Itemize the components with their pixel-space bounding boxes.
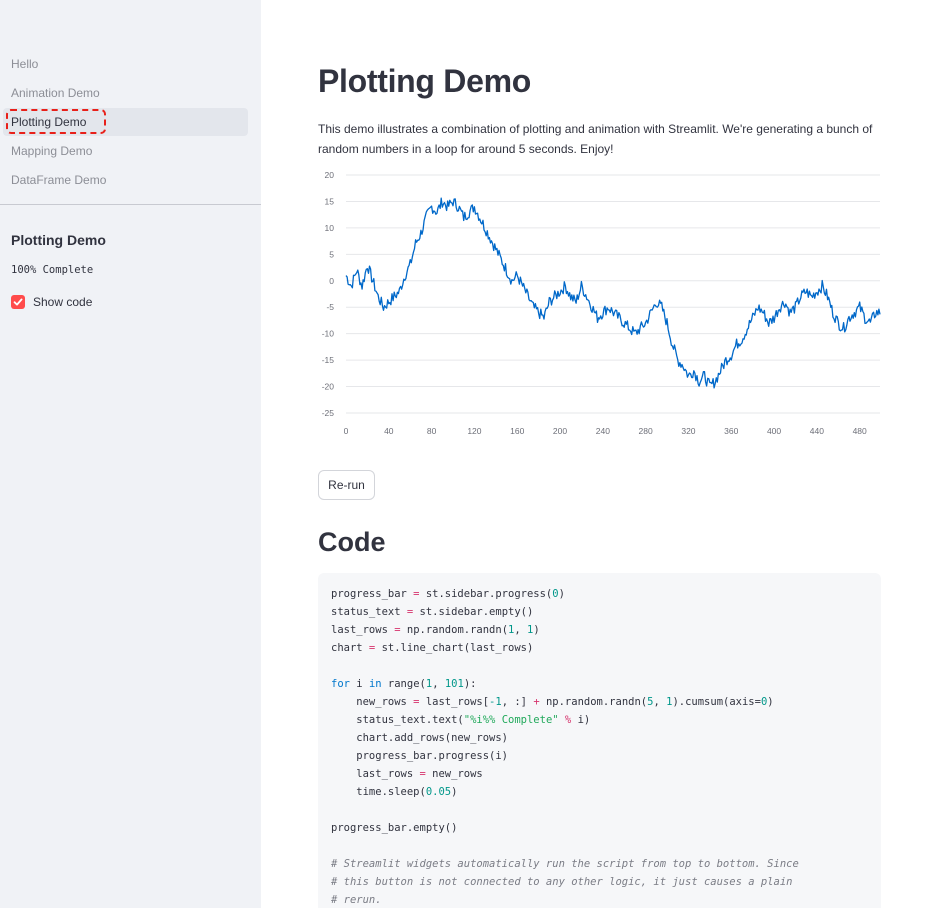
- code-line: for i in range(1, 101):: [331, 678, 477, 690]
- main-content: Plotting Demo This demo illustrates a co…: [261, 0, 925, 908]
- y-tick-label: 15: [325, 196, 335, 206]
- progress-status-text: 100% Complete: [11, 264, 94, 276]
- sidebar-nav: Hello Animation Demo Plotting Demo Mappi…: [0, 50, 261, 195]
- code-line: time.sleep(0.05): [331, 786, 458, 798]
- nav-item-animation-demo[interactable]: Animation Demo: [3, 79, 248, 107]
- page-title: Plotting Demo: [318, 63, 531, 99]
- y-tick-label: 10: [325, 223, 335, 233]
- page-description: This demo illustrates a combination of p…: [318, 122, 873, 156]
- x-tick-label: 440: [810, 426, 824, 436]
- x-tick-label: 200: [553, 426, 567, 436]
- code-line: progress_bar = st.sidebar.progress(0): [331, 588, 565, 600]
- code-line: chart.add_rows(new_rows): [331, 732, 509, 744]
- code-line: status_text.text("%i%% Complete" % i): [331, 714, 591, 726]
- x-tick-label: 120: [467, 426, 481, 436]
- x-tick-label: 400: [767, 426, 781, 436]
- rerun-button[interactable]: Re-run: [318, 470, 375, 500]
- show-code-label: Show code: [33, 295, 93, 309]
- nav-item-mapping-demo[interactable]: Mapping Demo: [3, 137, 248, 165]
- nav-item-plotting-demo[interactable]: Plotting Demo: [3, 108, 248, 136]
- x-tick-label: 360: [724, 426, 738, 436]
- sidebar-title: Plotting Demo: [11, 232, 106, 248]
- code-section-title: Code: [318, 527, 386, 557]
- nav-item-hello[interactable]: Hello: [3, 50, 248, 78]
- line-chart: 20 15 10 5 0 -5 -10 -15 -20 -25 0 40 80 120 160 200 240 2…: [322, 170, 881, 436]
- series-line: [345, 197, 881, 389]
- x-tick-label: 480: [853, 426, 867, 436]
- y-tick-label: -5: [326, 302, 334, 312]
- code-line: # rerun.: [331, 894, 382, 906]
- y-tick-label: 0: [329, 276, 334, 286]
- code-line: progress_bar.progress(i): [331, 750, 509, 762]
- code-line: new_rows = last_rows[-1, :] + np.random.…: [331, 696, 774, 708]
- y-tick-label: -20: [322, 382, 335, 392]
- checkbox-checked-icon[interactable]: [11, 295, 25, 309]
- y-tick-label: -15: [322, 355, 335, 365]
- y-tick-label: -25: [322, 408, 335, 418]
- x-tick-label: 160: [510, 426, 524, 436]
- x-tick-label: 240: [596, 426, 610, 436]
- sidebar-divider: [0, 204, 261, 205]
- code-line: progress_bar.empty(): [331, 822, 458, 834]
- code-line: chart = st.line_chart(last_rows): [331, 642, 534, 654]
- code-line: last_rows = new_rows: [331, 768, 483, 780]
- code-block: progress_bar = st.sidebar.progress(0) sta…: [318, 573, 881, 908]
- x-tick-label: 80: [427, 426, 437, 436]
- nav-item-dataframe-demo[interactable]: DataFrame Demo: [3, 166, 248, 194]
- nav-item-plotting-demo-label: Plotting Demo: [11, 115, 87, 129]
- y-tick-label: -10: [322, 329, 335, 339]
- code-line: # this button is not connected to any ot…: [331, 876, 793, 888]
- y-tick-label: 20: [325, 170, 335, 180]
- code-line: status_text = st.sidebar.empty(): [331, 606, 534, 618]
- code-line: last_rows = np.random.randn(1, 1): [331, 624, 540, 636]
- sidebar: Hello Animation Demo Plotting Demo Mappi…: [0, 0, 261, 908]
- x-tick-label: 320: [681, 426, 695, 436]
- code-line: # Streamlit widgets automatically run th…: [331, 858, 799, 870]
- show-code-checkbox[interactable]: Show code: [11, 295, 92, 309]
- x-tick-label: 280: [639, 426, 653, 436]
- x-tick-label: 0: [344, 426, 349, 436]
- x-tick-label: 40: [384, 426, 394, 436]
- y-tick-label: 5: [329, 249, 334, 259]
